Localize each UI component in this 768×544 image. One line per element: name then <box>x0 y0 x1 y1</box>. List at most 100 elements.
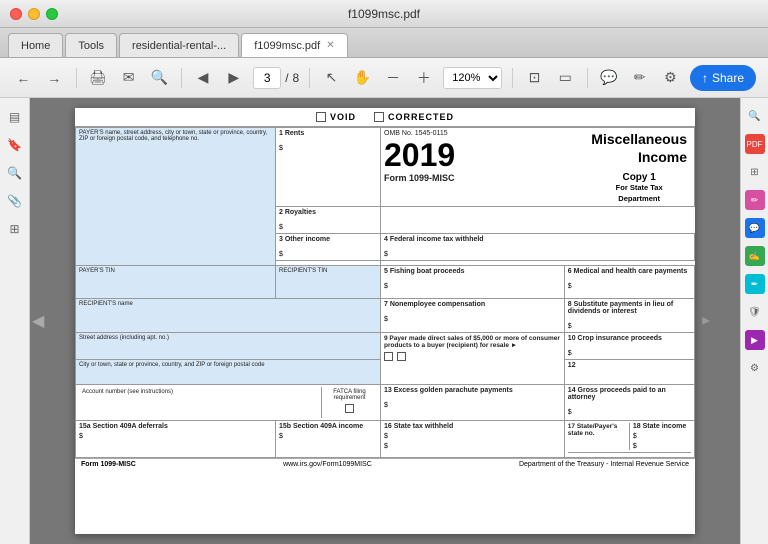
zoom-out-search[interactable]: 🔍 <box>148 64 171 92</box>
box7-dollar: $ <box>384 316 561 323</box>
right-icon-pdf[interactable]: PDF <box>745 134 765 154</box>
footer-url: www.irs.gov/Form1099MISC <box>283 461 372 468</box>
tab-home[interactable]: Home <box>8 33 63 57</box>
right-sidebar: 🔍 PDF ⊞ ✏ 💬 ✍ ✒ 🛡 ▶ ⚙ <box>740 98 768 544</box>
box10-cell: 10 Crop insurance proceeds $ <box>564 333 694 360</box>
account-fatca-row: Account number (see instructions) FATCA … <box>76 385 381 421</box>
recipient-name-cell: RECIPIENT'S name <box>76 299 381 333</box>
share-button[interactable]: ↑ Share <box>690 65 756 91</box>
box17-label: 17 State/Payer's state no. <box>568 423 626 437</box>
corrected-area: CORRECTED <box>374 112 454 122</box>
box15a-label: 15a Section 409A deferrals <box>79 423 272 430</box>
fatca-checkbox[interactable] <box>345 404 354 413</box>
back-button[interactable]: ← <box>12 64 35 92</box>
box14-label: 14 Gross proceeds paid to an attorney <box>568 387 691 401</box>
tab-close-icon[interactable]: ✕ <box>326 40 334 51</box>
box8-cell: 8 Substitute payments in lieu of dividen… <box>564 299 694 333</box>
box4-dollar: $ <box>384 251 691 258</box>
right-sidebar-zoom-icon[interactable]: 🔍 <box>745 106 765 126</box>
page-number-input[interactable] <box>253 67 281 89</box>
box1-dollar: $ <box>279 145 377 152</box>
close-button[interactable] <box>10 8 22 20</box>
void-checkbox[interactable] <box>316 112 326 122</box>
box9-cell: 9 Payer made direct sales of $5,000 or m… <box>381 333 565 385</box>
scroll-left-arrow[interactable]: ◀ <box>32 311 44 331</box>
box18-dollar: $ <box>633 433 691 440</box>
title-bar: f1099msc.pdf <box>0 0 768 28</box>
right-icon-action[interactable]: ▶ <box>745 330 765 350</box>
right-icon-share[interactable]: ⚙ <box>745 358 765 378</box>
box13-label: 13 Excess golden parachute payments <box>384 387 561 394</box>
box6-dollar: $ <box>568 283 691 290</box>
sidebar-search-icon[interactable]: 🔍 <box>4 162 26 184</box>
right-icon-sign[interactable]: ✒ <box>745 274 765 294</box>
box15b-dollar: $ <box>279 433 377 440</box>
toolbar: ← → 🖨 ✉ 🔍 ◀ ▶ / 8 ↖ ✋ － ＋ 120% 100% 75% … <box>0 58 768 98</box>
cursor-tool[interactable]: ↖ <box>320 64 343 92</box>
main-area: ▤ 🔖 🔍 📎 ⊞ ◀ VOID CORRECTED <box>0 98 768 544</box>
street-address-cell: Street address (including apt. no.) <box>76 333 381 360</box>
forward-button[interactable]: → <box>43 64 66 92</box>
left-sidebar: ▤ 🔖 🔍 📎 ⊞ <box>0 98 30 544</box>
corrected-checkbox[interactable] <box>374 112 384 122</box>
traffic-lights <box>10 8 58 20</box>
box9-checkbox2[interactable] <box>397 352 406 361</box>
fatca-cell: FATCA filing requirement <box>322 387 377 418</box>
prev-page-button[interactable]: ◀ <box>192 64 215 92</box>
maximize-button[interactable] <box>46 8 58 20</box>
omb-cell: OMB No. 1545-0115 2019 Form 1099-MISC Mi… <box>381 128 695 207</box>
sidebar-attachments-icon[interactable]: 📎 <box>4 190 26 212</box>
tab-residential[interactable]: residential-rental-... <box>119 33 239 57</box>
box16-label: 16 State tax withheld <box>384 423 561 430</box>
right-icon-fill[interactable]: ✍ <box>745 246 765 266</box>
fit-page-button[interactable]: ⊡ <box>523 64 546 92</box>
box16-cell: 16 State tax withheld $ $ <box>381 421 565 458</box>
copy-sublabel: For State TaxDepartment <box>591 183 687 204</box>
share-label: Share <box>712 71 744 85</box>
city-cell: City or town, state or province, country… <box>76 360 381 385</box>
separator-3 <box>309 68 310 88</box>
right-icon-security[interactable]: 🛡 <box>745 302 765 322</box>
comment-button[interactable]: 💬 <box>597 64 620 92</box>
more-tools-button[interactable]: ⚙ <box>659 64 682 92</box>
box18-inner: 18 State income $ $ <box>630 423 691 450</box>
sidebar-layers-icon[interactable]: ⊞ <box>4 218 26 240</box>
corrected-label: CORRECTED <box>388 112 454 122</box>
pen-button[interactable]: ✏ <box>628 64 651 92</box>
box5-label: 5 Fishing boat proceeds <box>384 268 561 275</box>
payer-name-label: PAYER'S name, street address, city or to… <box>79 130 272 142</box>
zoom-in-button[interactable]: ＋ <box>412 64 435 92</box>
presentation-button[interactable]: ▭ <box>554 64 577 92</box>
right-icon-3[interactable]: ⊞ <box>745 162 765 182</box>
box4-label: 4 Federal income tax withheld <box>384 236 691 243</box>
right-icon-comment[interactable]: 💬 <box>745 218 765 238</box>
pan-tool[interactable]: ✋ <box>351 64 374 92</box>
box5-dollar: $ <box>384 283 561 290</box>
tab-f1099msc[interactable]: f1099msc.pdf ✕ <box>241 33 347 57</box>
box3-dollar: $ <box>279 251 377 258</box>
minimize-button[interactable] <box>28 8 40 20</box>
zoom-select[interactable]: 120% 100% 75% <box>443 67 502 89</box>
box7-label: 7 Nonemployee compensation <box>384 301 561 308</box>
box13-dollar: $ <box>384 402 561 409</box>
sidebar-bookmarks-icon[interactable]: 🔖 <box>4 134 26 156</box>
print-button[interactable]: 🖨 <box>86 64 109 92</box>
page-separator: / <box>285 71 288 85</box>
right-icon-edit[interactable]: ✏ <box>745 190 765 210</box>
email-button[interactable]: ✉ <box>117 64 140 92</box>
next-page-button[interactable]: ▶ <box>222 64 245 92</box>
pdf-area: ◀ VOID CORRECTED <box>30 98 740 544</box>
box13-cell: 13 Excess golden parachute payments $ <box>381 385 565 421</box>
scroll-right-arrow[interactable]: ▶ <box>702 316 710 327</box>
box3-cell: 3 Other income $ <box>276 234 381 261</box>
box15a-cell: 15a Section 409A deferrals $ <box>76 421 276 458</box>
sidebar-thumbnails-icon[interactable]: ▤ <box>4 106 26 128</box>
year-display: 2019 <box>384 139 455 171</box>
fatca-label: FATCA filing requirement <box>325 389 374 401</box>
box17-18-cell: 17 State/Payer's state no. 18 State inco… <box>564 421 694 458</box>
zoom-out-button[interactable]: － <box>382 64 405 92</box>
share-icon: ↑ <box>702 71 708 85</box>
misc-income-title: MiscellaneousIncome <box>591 130 687 166</box>
box9-checkbox[interactable] <box>384 352 393 361</box>
tab-tools[interactable]: Tools <box>65 33 117 57</box>
